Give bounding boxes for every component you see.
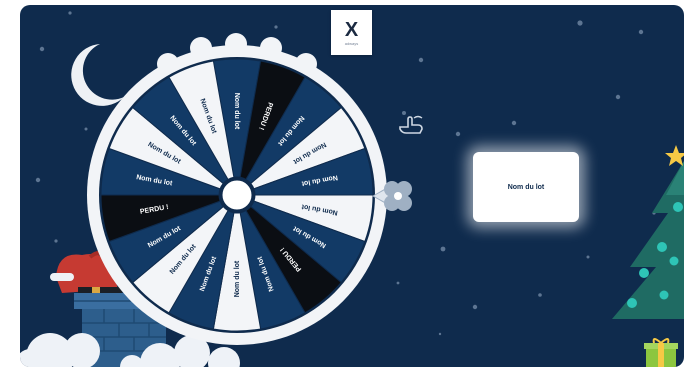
tree-star-icon <box>665 145 684 166</box>
gift-icon <box>644 338 678 367</box>
game-scene: Nom du lot PERDU ! Nom du lot Nom du lot Nom… <box>20 5 684 367</box>
wheel-segment-label: Nom du lot <box>234 260 241 297</box>
wheel-hub[interactable] <box>219 177 255 213</box>
wheel-segment-label: Nom du lot <box>233 93 240 130</box>
christmas-tree-icon <box>612 145 684 319</box>
logo-tagline: adways <box>344 40 359 46</box>
page-frame: Nom du lot PERDU ! Nom du lot Nom du lot Nom… <box>0 0 688 371</box>
prize-label: Nom du lot <box>507 183 545 191</box>
logo-mark: X <box>344 18 359 41</box>
prize-card[interactable]: Nom du lot <box>473 152 579 222</box>
brand-logo: X adways <box>331 10 372 55</box>
fortune-wheel[interactable]: Nom du lot PERDU ! Nom du lotNom du lotNom… <box>82 33 422 363</box>
